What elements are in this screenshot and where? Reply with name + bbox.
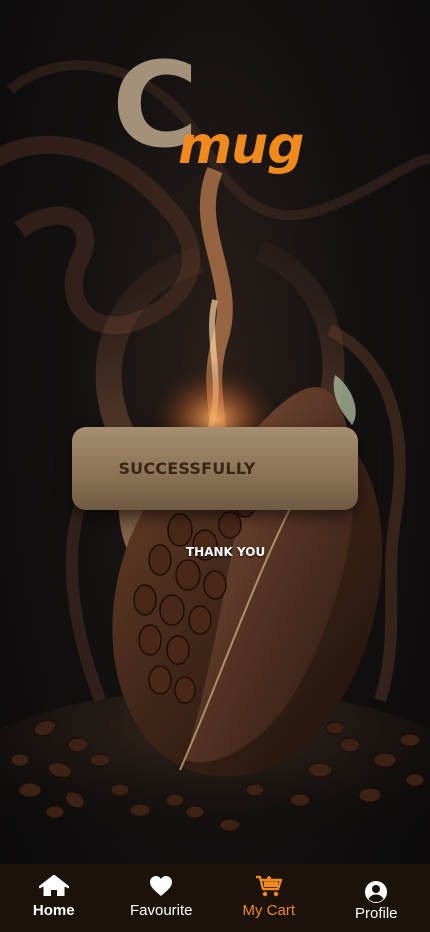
app-logo: C mug <box>112 46 322 176</box>
success-button-label: SUCCESSFULLY <box>118 459 256 478</box>
nav-label-favourite: Favourite <box>129 902 193 919</box>
success-button[interactable]: SUCCESSFULLY <box>72 427 358 510</box>
bottom-navigation: Home Favourite My Cart Profile <box>0 864 430 932</box>
thank-you-message: THANK YOU <box>186 545 266 559</box>
heart-icon <box>150 876 173 896</box>
nav-item-home[interactable]: Home <box>0 864 108 932</box>
nav-label-home: Home <box>32 902 75 919</box>
app-screen: C mug SUCCESSFULLY THANK YOU Home Favour… <box>0 0 430 932</box>
home-icon <box>38 875 69 896</box>
nav-item-profile[interactable]: Profile <box>323 864 430 932</box>
cart-icon <box>255 875 282 897</box>
nav-item-favourite[interactable]: Favourite <box>108 864 216 932</box>
profile-icon <box>365 881 388 903</box>
nav-label-my-cart: My Cart <box>242 902 296 919</box>
logo-word: mug <box>178 116 304 176</box>
nav-label-profile: Profile <box>354 905 398 922</box>
nav-item-my-cart[interactable]: My Cart <box>215 864 323 932</box>
